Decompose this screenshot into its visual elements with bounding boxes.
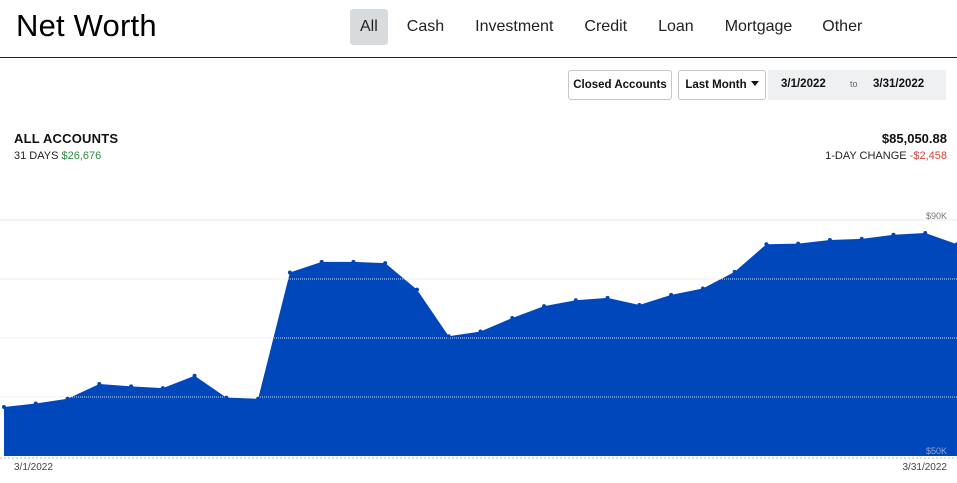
end-date-input[interactable]: 3/31/2022 [873,78,924,90]
day-change: 1-DAY CHANGE -$2,458 [825,150,947,162]
date-separator: to [850,79,858,89]
data-point[interactable] [351,259,356,264]
data-point[interactable] [573,298,578,303]
data-point[interactable] [796,241,801,246]
data-point[interactable] [478,329,483,334]
tab-all[interactable]: All [350,9,388,45]
date-range-dropdown[interactable]: Last Month [678,70,766,100]
data-point[interactable] [827,238,832,243]
net-worth-total: $85,050.88 [881,131,947,146]
data-point[interactable] [732,269,737,274]
data-point[interactable] [446,334,451,339]
data-point[interactable] [923,230,928,235]
y-tick-max: $90K [925,211,947,221]
data-point[interactable] [287,270,292,275]
account-type-tabs: All Cash Investment Credit Loan Mortgage… [350,9,872,45]
data-point[interactable] [33,401,38,406]
data-point[interactable] [129,384,134,389]
x-tick-end: 3/31/2022 [902,462,948,473]
data-point[interactable] [859,236,864,241]
data-point[interactable] [669,292,674,297]
period-change: 31 DAYS $26,676 [14,150,101,162]
closed-accounts-button[interactable]: Closed Accounts [568,70,672,100]
data-point[interactable] [510,315,515,320]
date-range-label: Last Month [685,79,747,91]
page-header: Net Worth All Cash Investment Credit Loa… [0,0,957,58]
data-point[interactable] [192,373,197,378]
data-point[interactable] [224,395,229,400]
data-point[interactable] [414,287,419,292]
data-point[interactable] [319,259,324,264]
data-point[interactable] [605,295,610,300]
data-point[interactable] [256,396,261,401]
data-point[interactable] [700,286,705,291]
net-worth-chart[interactable] [0,200,957,460]
period-label: 31 DAYS [14,150,59,162]
data-point[interactable] [2,405,6,410]
tab-mortgage[interactable]: Mortgage [715,9,803,45]
accounts-title: ALL ACCOUNTS [14,131,119,146]
date-range-fields: 3/1/2022 to 3/31/2022 [768,70,946,100]
data-point[interactable] [764,242,769,247]
data-point[interactable] [160,386,165,391]
data-point[interactable] [383,261,388,266]
net-worth-area [4,232,957,456]
start-date-input[interactable]: 3/1/2022 [781,78,826,90]
tab-other[interactable]: Other [812,9,872,45]
tab-investment[interactable]: Investment [465,9,563,45]
data-point[interactable] [542,304,547,309]
data-point[interactable] [65,396,70,401]
chevron-down-icon [750,81,759,87]
page-title: Net Worth [16,8,157,43]
x-tick-start: 3/1/2022 [14,462,53,473]
period-change-value: $26,676 [61,150,102,162]
day-change-value: -$2,458 [909,150,947,162]
data-point[interactable] [637,302,642,307]
day-change-label: 1-DAY CHANGE [825,150,907,162]
tab-loan[interactable]: Loan [648,9,704,45]
data-point[interactable] [891,232,896,237]
y-tick-min: $50K [925,446,947,456]
date-controls: Closed Accounts Last Month 3/1/2022 to 3… [0,70,957,100]
tab-cash[interactable]: Cash [397,9,454,45]
data-point[interactable] [97,382,102,387]
tab-credit[interactable]: Credit [574,9,637,45]
